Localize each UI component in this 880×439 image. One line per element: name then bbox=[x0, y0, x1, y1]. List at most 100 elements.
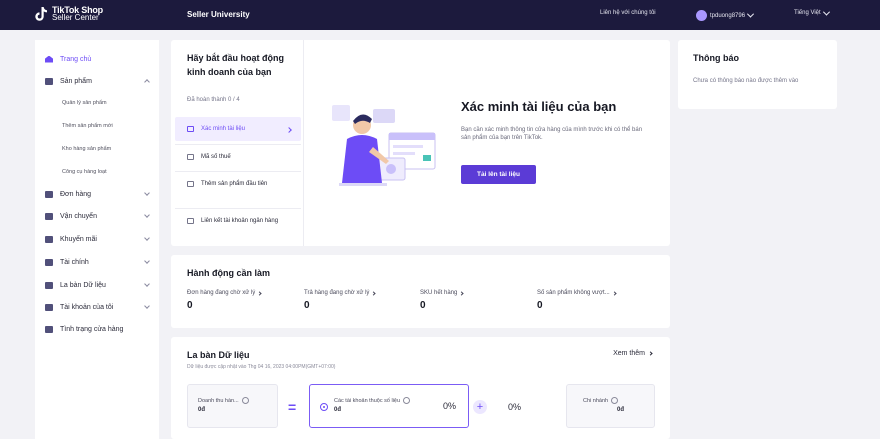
metric-accounts[interactable]: Các tài khoản thuộc số liệu 0đ 0% bbox=[309, 384, 469, 428]
contact-us-link[interactable]: Liên hệ với chúng tôi bbox=[600, 10, 656, 16]
shop-health-icon bbox=[45, 325, 53, 333]
metric-value: 0đ bbox=[617, 407, 625, 413]
sidebar-subitem-manage-products[interactable]: Quản lý sản phẩm bbox=[62, 100, 107, 106]
action-label: Số sản phẩm không vượt... bbox=[537, 290, 610, 296]
action-label: Trả hàng đang chờ xử lý bbox=[304, 290, 370, 296]
sidebar-item-label: Đơn hàng bbox=[60, 190, 92, 198]
top-bar: TikTok Shop Seller Center Seller Univers… bbox=[0, 0, 880, 30]
view-more-link[interactable]: Xem thêm bbox=[613, 350, 653, 357]
sidebar-item-label: Tài khoản của tôi bbox=[60, 303, 114, 311]
chevron-down-icon bbox=[144, 190, 150, 196]
action-pending-orders[interactable]: Đơn hàng đang chờ xử lý 0 bbox=[187, 290, 262, 311]
help-icon bbox=[611, 397, 619, 404]
metric-value: 0đ bbox=[334, 407, 342, 413]
tiktok-logo-icon bbox=[35, 7, 47, 21]
product-icon bbox=[187, 181, 194, 187]
account-name: tpduong8796 bbox=[710, 12, 746, 19]
action-pending-returns[interactable]: Trả hàng đang chờ xử lý 0 bbox=[304, 290, 377, 311]
metric-revenue[interactable]: Doanh thu hàn... 0đ bbox=[187, 384, 278, 428]
action-label: SKU hết hàng bbox=[420, 290, 458, 296]
product-icon bbox=[45, 77, 53, 85]
sidebar-item-label: La bàn Dữ liệu bbox=[60, 281, 106, 289]
sidebar-item-promotions[interactable]: Khuyến mãi bbox=[45, 231, 155, 247]
step-tax-code[interactable]: Mã số thuế bbox=[175, 144, 301, 170]
plus-icon: + bbox=[473, 400, 487, 414]
bank-card-icon bbox=[187, 218, 194, 224]
help-icon bbox=[403, 397, 411, 404]
account-menu[interactable]: tpduong8796 bbox=[696, 10, 755, 21]
document-icon bbox=[187, 126, 194, 132]
account-icon bbox=[45, 303, 53, 311]
contact-us-label: Liên hệ với chúng tôi bbox=[600, 10, 656, 16]
sidebar-item-finance[interactable]: Tài chính bbox=[45, 254, 155, 270]
data-compass-updated-text: Dữ liệu được cập nhật vào Thg 04 16, 202… bbox=[187, 364, 336, 370]
sidebar-item-shipping[interactable]: Vận chuyển bbox=[45, 208, 155, 224]
action-label: Đơn hàng đang chờ xử lý bbox=[187, 290, 256, 296]
sidebar-item-label: Khuyến mãi bbox=[60, 235, 97, 243]
sidebar-item-label: Sản phẩm bbox=[60, 77, 92, 85]
metric-branch[interactable]: Chi nhánh 0đ bbox=[566, 384, 655, 428]
notifications-title: Thông báo bbox=[693, 53, 739, 63]
action-count: 0 bbox=[420, 300, 426, 311]
actions-title: Hành động cần làm bbox=[187, 268, 271, 278]
sidebar-item-products[interactable]: Sản phẩm bbox=[45, 73, 155, 89]
notifications-empty-text: Chưa có thông báo nào được thêm vào bbox=[693, 78, 799, 84]
step-link-bank-account[interactable]: Liên kết tài khoản ngân hàng bbox=[175, 208, 301, 246]
metric-percent: 0% bbox=[442, 401, 456, 411]
sidebar-subitem-add-product[interactable]: Thêm sản phẩm mới bbox=[62, 123, 113, 129]
sidebar-item-orders[interactable]: Đơn hàng bbox=[45, 186, 155, 202]
logo-subtitle: Seller Center bbox=[52, 13, 99, 22]
order-icon bbox=[45, 190, 53, 198]
onboarding-steps-panel: Hãy bắt đầu hoạt động kinh doanh của bạn… bbox=[171, 40, 304, 246]
chevron-right-icon bbox=[612, 290, 617, 296]
sidebar: Trang chủ Sản phẩm Quản lý sản phẩm Thêm… bbox=[35, 40, 159, 439]
metric-percent: 0% bbox=[508, 402, 522, 412]
chevron-up-icon bbox=[144, 79, 150, 85]
chevron-down-icon bbox=[144, 235, 150, 241]
tiktok-shop-logo[interactable]: TikTok Shop Seller Center bbox=[34, 6, 103, 22]
step-label: Xác minh tài liệu bbox=[201, 126, 246, 132]
action-count: 0 bbox=[537, 300, 543, 311]
sidebar-subitem-inventory[interactable]: Kho hàng sản phẩm bbox=[62, 146, 111, 152]
sidebar-item-shop-health[interactable]: Tình trạng cửa hàng bbox=[45, 321, 155, 337]
sidebar-item-label: Tài chính bbox=[60, 258, 89, 266]
language-selector[interactable]: Tiếng Việt bbox=[794, 8, 830, 16]
step-label: Liên kết tài khoản ngân hàng bbox=[201, 218, 279, 224]
step-label: Mã số thuế bbox=[201, 154, 231, 160]
action-count: 0 bbox=[304, 300, 310, 311]
sidebar-subitem-bulk-tools[interactable]: Công cụ hàng loạt bbox=[62, 169, 107, 175]
equals-operator: = bbox=[288, 399, 297, 415]
chevron-right-icon bbox=[286, 127, 292, 133]
actions-card: Hành động cần làm Đơn hàng đang chờ xử l… bbox=[171, 255, 670, 328]
upload-documents-button[interactable]: Tải lên tài liệu bbox=[461, 165, 536, 184]
sidebar-item-my-account[interactable]: Tài khoản của tôi bbox=[45, 299, 155, 315]
chevron-down-icon bbox=[144, 212, 150, 218]
compass-icon bbox=[45, 281, 53, 289]
action-products-not-passed[interactable]: Số sản phẩm không vượt... 0 bbox=[537, 290, 617, 311]
metric-label: Các tài khoản thuộc số liệu bbox=[334, 397, 401, 404]
onboarding-card: Hãy bắt đầu hoạt động kinh doanh của bạn… bbox=[171, 40, 670, 246]
view-more-label: Xem thêm bbox=[613, 350, 645, 357]
seller-university-link[interactable]: Seller University bbox=[187, 10, 250, 19]
notifications-card: Thông báo Chưa có thông báo nào được thê… bbox=[678, 40, 837, 109]
sidebar-item-data-compass[interactable]: La bàn Dữ liệu bbox=[45, 277, 155, 293]
verify-documents-illustration bbox=[332, 105, 436, 186]
step-add-first-product[interactable]: Thêm sản phẩm đầu tiên bbox=[175, 171, 301, 207]
chevron-right-icon bbox=[459, 290, 464, 296]
sidebar-item-home[interactable]: Trang chủ bbox=[45, 51, 155, 67]
tax-icon bbox=[187, 154, 194, 160]
avatar bbox=[696, 10, 707, 21]
action-out-of-stock-sku[interactable]: SKU hết hàng 0 bbox=[420, 290, 464, 311]
chevron-down-icon bbox=[144, 281, 150, 287]
step-verify-documents[interactable]: Xác minh tài liệu bbox=[175, 117, 301, 141]
finance-icon bbox=[45, 258, 53, 266]
metric-value: 0đ bbox=[198, 407, 206, 413]
verify-documents-title: Xác minh tài liệu của bạn bbox=[461, 99, 617, 114]
action-count: 0 bbox=[187, 300, 193, 311]
chevron-down-icon bbox=[144, 258, 150, 264]
promotion-icon bbox=[45, 235, 53, 243]
sidebar-item-label: Vận chuyển bbox=[60, 212, 97, 220]
step-label: Thêm sản phẩm đầu tiên bbox=[201, 181, 268, 187]
data-compass-title: La bàn Dữ liệu bbox=[187, 350, 250, 360]
metric-label: Doanh thu hàn... bbox=[198, 397, 239, 404]
